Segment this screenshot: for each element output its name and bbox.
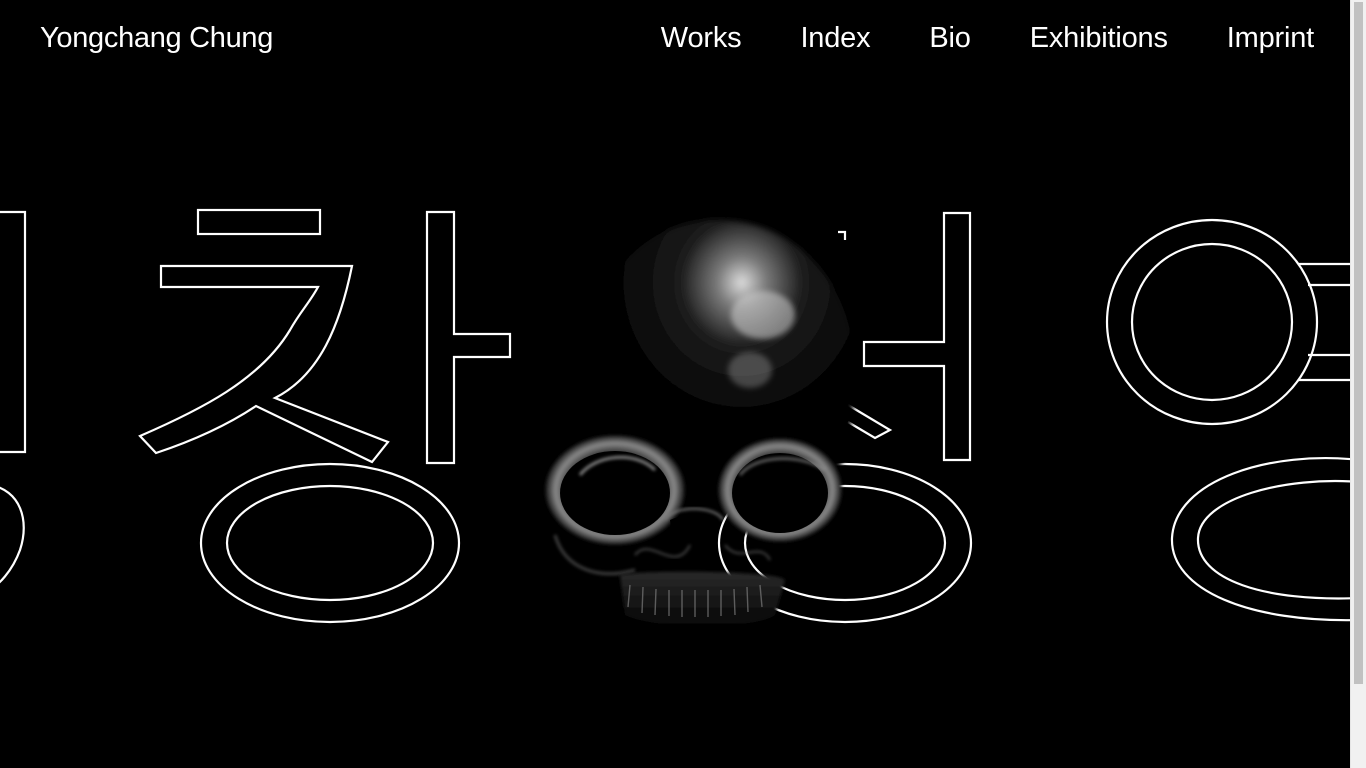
outline-syllable-left-partial <box>0 210 27 584</box>
outline-syllable-yeong <box>1105 218 1350 622</box>
page: Yongchang Chung Works Index Bio Exhibiti… <box>0 0 1366 768</box>
nav-bio[interactable]: Bio <box>929 22 971 55</box>
outline-syllable-chang <box>138 208 512 624</box>
scrollbar-thumb[interactable] <box>1354 2 1363 684</box>
site-title-link[interactable]: Yongchang Chung <box>40 22 273 55</box>
nav-index[interactable]: Index <box>800 22 870 55</box>
nav-imprint[interactable]: Imprint <box>1227 22 1314 55</box>
nav-works[interactable]: Works <box>661 22 742 55</box>
skull-render <box>525 175 865 635</box>
main-nav: Works Index Bio Exhibitions Imprint <box>661 22 1314 55</box>
hero <box>0 80 1350 768</box>
vertical-scrollbar[interactable] <box>1350 0 1366 768</box>
skull-graphic <box>545 219 856 627</box>
site-header: Yongchang Chung Works Index Bio Exhibiti… <box>0 0 1350 80</box>
nav-exhibitions[interactable]: Exhibitions <box>1030 22 1168 55</box>
